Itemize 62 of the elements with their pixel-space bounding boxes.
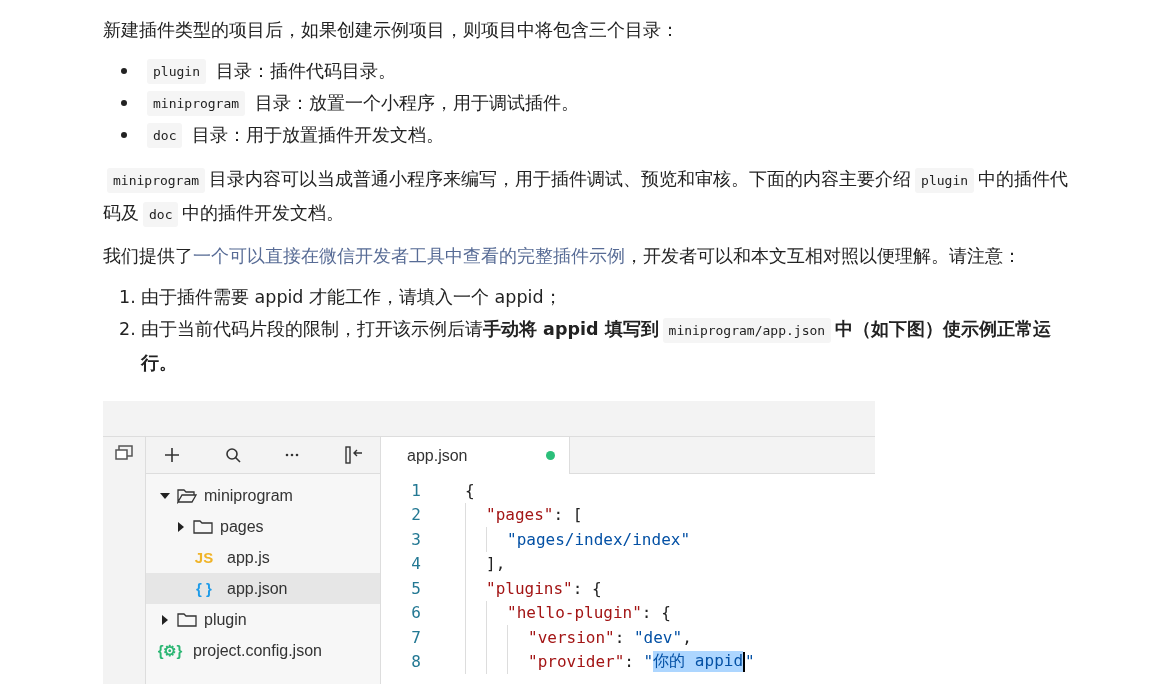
search-icon[interactable] (224, 447, 241, 463)
paragraph: 新建插件类型的项目后，如果创建示例项目，则项目中将包含三个目录： (103, 19, 680, 42)
folder-icon (193, 518, 213, 535)
code-string: " (643, 652, 654, 672)
paragraph: miniprogram 目录内容可以当成普通小程序来编写，用于插件调试、预览和审核。下面的内容主要介绍 plugin 中的插件代码及 doc 中的插件开发文档。 (103, 163, 1078, 231)
list-number: 1. (119, 286, 137, 309)
code-punctuation: : [ (553, 505, 583, 525)
code-punctuation: : (614, 627, 626, 647)
line-number: 4 (410, 554, 422, 574)
code-key: "hello-plugin" (507, 603, 642, 623)
bullet-icon (121, 100, 127, 106)
more-icon[interactable] (285, 453, 300, 457)
line-number: 2 (410, 505, 422, 525)
bullet-icon (121, 132, 127, 138)
file-tree-item[interactable]: plugin (146, 604, 380, 635)
file-tree-item[interactable]: { } app.json (146, 573, 380, 604)
file-tree-item[interactable]: miniprogram (146, 480, 380, 511)
list-item-text: 目录：插件代码目录。 (215, 60, 396, 83)
code-key: "pages" (486, 505, 554, 525)
file-tree-item[interactable]: {⚙} project.config.json (146, 635, 380, 666)
bullet-icon (121, 68, 127, 74)
list-item-text: 由于插件需要 appid 才能工作，请填入一个 appid； (141, 286, 562, 309)
inline-code: miniprogram (147, 90, 246, 116)
list-item-text: 目录：放置一个小程序，用于调试插件。 (255, 92, 580, 115)
code-punctuation: ], (486, 554, 506, 574)
inline-code: doc (147, 122, 183, 148)
code-punctuation: , (682, 627, 692, 647)
line-number: 6 (410, 603, 422, 623)
list-number: 2. (119, 318, 137, 341)
line-number: 1 (410, 480, 422, 500)
code-punctuation: : (624, 652, 635, 672)
code-string: "dev" (633, 627, 683, 647)
file-tree-item[interactable]: pages (146, 511, 380, 542)
editor-tab[interactable]: app.json (381, 437, 570, 474)
selected-text: 你的 appid (653, 651, 744, 673)
code-punctuation: { (465, 480, 475, 500)
file-type-icon: {⚙} (154, 641, 186, 660)
list-item-text: 由于当前代码片段的限制，打开该示例后请手动将 appid 填写到 miniprogram/app.json 中（如下图）使示例正常运行。 (141, 317, 1053, 375)
line-number: 7 (410, 627, 422, 647)
code-key: "version" (528, 627, 615, 647)
example-link[interactable]: 一个可以直接在微信开发者工具中查看的完整插件示例 (193, 246, 625, 266)
folder-icon (177, 611, 197, 628)
line-number: 5 (410, 578, 422, 598)
line-number: 3 (410, 529, 422, 549)
inline-code: plugin (147, 58, 206, 84)
file-type-icon: { } (188, 580, 220, 597)
paragraph: 我们提供了一个可以直接在微信开发者工具中查看的完整插件示例，开发者可以和本文互相对照以便理解。请注意： (103, 245, 1022, 268)
code-punctuation: : { (641, 603, 671, 623)
file-tree-item[interactable]: JS app.js (146, 542, 380, 573)
code-key: "provider" (528, 652, 625, 672)
code-punctuation: : { (572, 578, 602, 598)
code-string: " (745, 652, 755, 672)
collapse-icon[interactable] (343, 446, 364, 464)
add-icon[interactable] (164, 447, 180, 463)
code-key: "plugins" (486, 578, 573, 598)
windows-icon[interactable] (114, 445, 134, 461)
file-type-icon: JS (188, 549, 220, 566)
code-string: "pages/index/index" (507, 529, 691, 549)
line-number: 8 (410, 652, 422, 672)
list-item-text: 目录：用于放置插件开发文档。 (192, 124, 445, 147)
text-cursor (743, 651, 746, 672)
folder-icon (177, 487, 197, 504)
